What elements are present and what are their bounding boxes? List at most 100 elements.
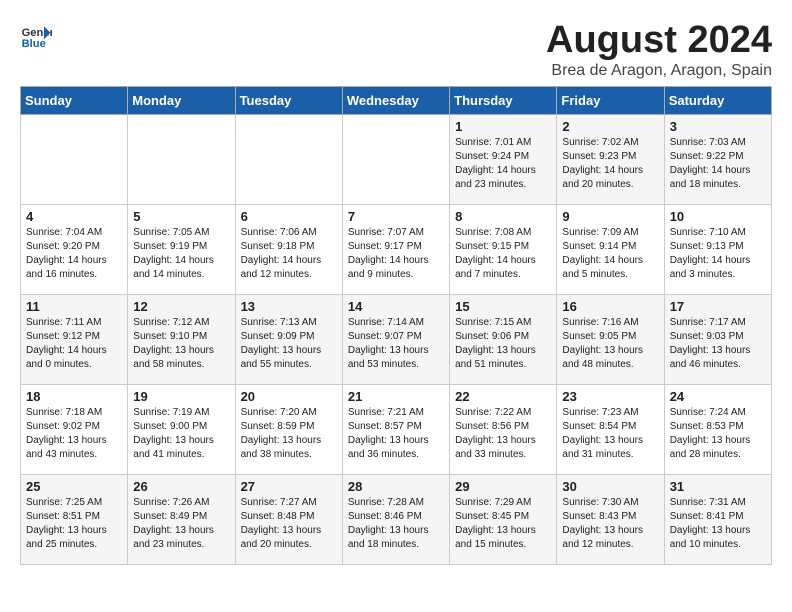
calendar-week-row: 18 Sunrise: 7:18 AM Sunset: 9:02 PM Dayli… bbox=[21, 384, 772, 474]
calendar-week-row: 25Sunrise: 7:25 AM Sunset: 8:51 PM Dayli… bbox=[21, 474, 772, 564]
day-number: 8 bbox=[455, 209, 551, 224]
day-number: 18 bbox=[26, 389, 122, 404]
calendar-cell: 23 Sunrise: 7:23 AM Sunset: 8:54 PM Dayli… bbox=[557, 384, 664, 474]
day-content: Sunrise: 7:11 AM Sunset: 9:12 PM Dayligh… bbox=[26, 316, 122, 372]
calendar-cell: 7 Sunrise: 7:07 AM Sunset: 9:17 PM Daylig… bbox=[342, 204, 449, 294]
calendar-cell bbox=[235, 114, 342, 204]
day-number: 16 bbox=[562, 299, 658, 314]
day-content: Sunrise: 7:30 AM Sunset: 8:43 PM Dayligh… bbox=[562, 496, 658, 552]
day-number: 29 bbox=[455, 479, 551, 494]
day-number: 17 bbox=[670, 299, 766, 314]
day-content: Sunrise: 7:05 AM Sunset: 9:19 PM Dayligh… bbox=[133, 226, 229, 282]
calendar-cell: 20 Sunrise: 7:20 AM Sunset: 8:59 PM Dayli… bbox=[235, 384, 342, 474]
title-area: August 2024 Brea de Aragon, Aragon, Spai… bbox=[546, 20, 772, 80]
day-number: 7 bbox=[348, 209, 444, 224]
day-number: 24 bbox=[670, 389, 766, 404]
calendar-cell: 8 Sunrise: 7:08 AM Sunset: 9:15 PM Daylig… bbox=[450, 204, 557, 294]
day-number: 12 bbox=[133, 299, 229, 314]
calendar-cell: 25Sunrise: 7:25 AM Sunset: 8:51 PM Dayli… bbox=[21, 474, 128, 564]
calendar-week-row: 11 Sunrise: 7:11 AM Sunset: 9:12 PM Dayli… bbox=[21, 294, 772, 384]
calendar-cell: 11 Sunrise: 7:11 AM Sunset: 9:12 PM Dayli… bbox=[21, 294, 128, 384]
day-content: Sunrise: 7:06 AM Sunset: 9:18 PM Dayligh… bbox=[241, 226, 337, 282]
day-number: 6 bbox=[241, 209, 337, 224]
calendar-table: SundayMondayTuesdayWednesdayThursdayFrid… bbox=[20, 86, 772, 565]
day-of-week-header: Tuesday bbox=[235, 86, 342, 114]
day-content: Sunrise: 7:02 AM Sunset: 9:23 PM Dayligh… bbox=[562, 136, 658, 192]
calendar-cell: 28Sunrise: 7:28 AM Sunset: 8:46 PM Dayli… bbox=[342, 474, 449, 564]
day-number: 22 bbox=[455, 389, 551, 404]
day-number: 10 bbox=[670, 209, 766, 224]
calendar-cell: 31 Sunrise: 7:31 AM Sunset: 8:41 PM Dayli… bbox=[664, 474, 771, 564]
calendar-cell: 27 Sunrise: 7:27 AM Sunset: 8:48 PM Dayli… bbox=[235, 474, 342, 564]
day-content: Sunrise: 7:20 AM Sunset: 8:59 PM Dayligh… bbox=[241, 406, 337, 462]
day-number: 27 bbox=[241, 479, 337, 494]
calendar-cell: 9 Sunrise: 7:09 AM Sunset: 9:14 PM Daylig… bbox=[557, 204, 664, 294]
calendar-cell: 14 Sunrise: 7:14 AM Sunset: 9:07 PM Dayli… bbox=[342, 294, 449, 384]
day-number: 20 bbox=[241, 389, 337, 404]
day-number: 15 bbox=[455, 299, 551, 314]
day-content: Sunrise: 7:23 AM Sunset: 8:54 PM Dayligh… bbox=[562, 406, 658, 462]
day-number: 31 bbox=[670, 479, 766, 494]
day-content: Sunrise: 7:26 AM Sunset: 8:49 PM Dayligh… bbox=[133, 496, 229, 552]
day-number: 23 bbox=[562, 389, 658, 404]
day-number: 25 bbox=[26, 479, 122, 494]
calendar-cell: 29 Sunrise: 7:29 AM Sunset: 8:45 PM Dayli… bbox=[450, 474, 557, 564]
day-content: Sunrise: 7:17 AM Sunset: 9:03 PM Dayligh… bbox=[670, 316, 766, 372]
month-title: August 2024 bbox=[546, 20, 772, 62]
calendar-cell: 15Sunrise: 7:15 AM Sunset: 9:06 PM Dayli… bbox=[450, 294, 557, 384]
calendar-cell: 6 Sunrise: 7:06 AM Sunset: 9:18 PM Daylig… bbox=[235, 204, 342, 294]
day-content: Sunrise: 7:21 AM Sunset: 8:57 PM Dayligh… bbox=[348, 406, 444, 462]
day-content: Sunrise: 7:18 AM Sunset: 9:02 PM Dayligh… bbox=[26, 406, 122, 462]
day-content: Sunrise: 7:19 AM Sunset: 9:00 PM Dayligh… bbox=[133, 406, 229, 462]
day-number: 5 bbox=[133, 209, 229, 224]
day-number: 11 bbox=[26, 299, 122, 314]
day-content: Sunrise: 7:08 AM Sunset: 9:15 PM Dayligh… bbox=[455, 226, 551, 282]
day-number: 21 bbox=[348, 389, 444, 404]
day-content: Sunrise: 7:16 AM Sunset: 9:05 PM Dayligh… bbox=[562, 316, 658, 372]
calendar-cell: 3 Sunrise: 7:03 AM Sunset: 9:22 PM Daylig… bbox=[664, 114, 771, 204]
calendar-cell: 16 Sunrise: 7:16 AM Sunset: 9:05 PM Dayli… bbox=[557, 294, 664, 384]
calendar-cell: 10Sunrise: 7:10 AM Sunset: 9:13 PM Dayli… bbox=[664, 204, 771, 294]
calendar-cell: 19 Sunrise: 7:19 AM Sunset: 9:00 PM Dayli… bbox=[128, 384, 235, 474]
day-content: Sunrise: 7:29 AM Sunset: 8:45 PM Dayligh… bbox=[455, 496, 551, 552]
day-content: Sunrise: 7:28 AM Sunset: 8:46 PM Dayligh… bbox=[348, 496, 444, 552]
day-number: 30 bbox=[562, 479, 658, 494]
calendar-header: SundayMondayTuesdayWednesdayThursdayFrid… bbox=[21, 86, 772, 114]
day-content: Sunrise: 7:27 AM Sunset: 8:48 PM Dayligh… bbox=[241, 496, 337, 552]
svg-text:Blue: Blue bbox=[22, 38, 46, 50]
day-number: 2 bbox=[562, 119, 658, 134]
calendar-cell: 12Sunrise: 7:12 AM Sunset: 9:10 PM Dayli… bbox=[128, 294, 235, 384]
day-content: Sunrise: 7:31 AM Sunset: 8:41 PM Dayligh… bbox=[670, 496, 766, 552]
day-of-week-header: Wednesday bbox=[342, 86, 449, 114]
day-number: 14 bbox=[348, 299, 444, 314]
logo: General Blue bbox=[20, 20, 52, 52]
day-content: Sunrise: 7:04 AM Sunset: 9:20 PM Dayligh… bbox=[26, 226, 122, 282]
calendar-cell: 26 Sunrise: 7:26 AM Sunset: 8:49 PM Dayli… bbox=[128, 474, 235, 564]
day-of-week-header: Saturday bbox=[664, 86, 771, 114]
day-content: Sunrise: 7:14 AM Sunset: 9:07 PM Dayligh… bbox=[348, 316, 444, 372]
page-header: General Blue August 2024 Brea de Aragon,… bbox=[20, 20, 772, 80]
day-of-week-header: Monday bbox=[128, 86, 235, 114]
day-content: Sunrise: 7:09 AM Sunset: 9:14 PM Dayligh… bbox=[562, 226, 658, 282]
calendar-cell: 13Sunrise: 7:13 AM Sunset: 9:09 PM Dayli… bbox=[235, 294, 342, 384]
day-content: Sunrise: 7:01 AM Sunset: 9:24 PM Dayligh… bbox=[455, 136, 551, 192]
day-content: Sunrise: 7:03 AM Sunset: 9:22 PM Dayligh… bbox=[670, 136, 766, 192]
day-content: Sunrise: 7:22 AM Sunset: 8:56 PM Dayligh… bbox=[455, 406, 551, 462]
day-content: Sunrise: 7:07 AM Sunset: 9:17 PM Dayligh… bbox=[348, 226, 444, 282]
day-number: 26 bbox=[133, 479, 229, 494]
calendar-cell bbox=[21, 114, 128, 204]
day-content: Sunrise: 7:24 AM Sunset: 8:53 PM Dayligh… bbox=[670, 406, 766, 462]
days-of-week-row: SundayMondayTuesdayWednesdayThursdayFrid… bbox=[21, 86, 772, 114]
calendar-cell bbox=[128, 114, 235, 204]
day-number: 4 bbox=[26, 209, 122, 224]
day-number: 3 bbox=[670, 119, 766, 134]
calendar-cell: 5 Sunrise: 7:05 AM Sunset: 9:19 PM Daylig… bbox=[128, 204, 235, 294]
calendar-cell: 24 Sunrise: 7:24 AM Sunset: 8:53 PM Dayli… bbox=[664, 384, 771, 474]
calendar-cell: 18 Sunrise: 7:18 AM Sunset: 9:02 PM Dayli… bbox=[21, 384, 128, 474]
calendar-cell: 30 Sunrise: 7:30 AM Sunset: 8:43 PM Dayli… bbox=[557, 474, 664, 564]
day-of-week-header: Friday bbox=[557, 86, 664, 114]
calendar-cell: 21 Sunrise: 7:21 AM Sunset: 8:57 PM Dayli… bbox=[342, 384, 449, 474]
calendar-cell: 17 Sunrise: 7:17 AM Sunset: 9:03 PM Dayli… bbox=[664, 294, 771, 384]
day-number: 19 bbox=[133, 389, 229, 404]
day-number: 9 bbox=[562, 209, 658, 224]
